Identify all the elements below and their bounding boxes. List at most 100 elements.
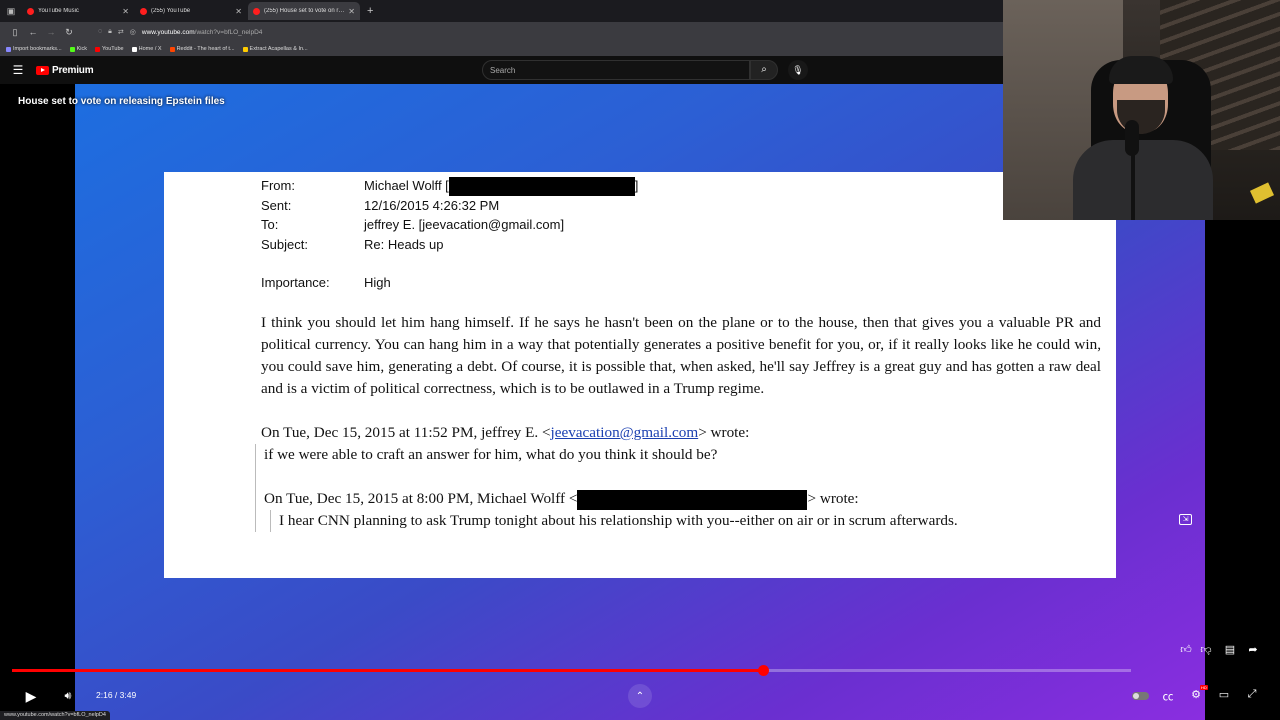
dislike-icon[interactable]: 👎︎ [1199, 643, 1213, 656]
bookmark-x[interactable]: Home / X [131, 46, 162, 52]
email-headers: From: Michael Wolff [] Sent: 12/16/2015 … [261, 176, 638, 293]
bookmark-label: Home / X [138, 46, 162, 52]
bookmark-label: Extract Acapellas & In... [249, 46, 308, 52]
address-bar[interactable]: www.youtube.com/watch?v=bfLO_nelpD4 [142, 29, 263, 36]
youtube-header: ☰ Premium Search ⌕ 🎙︎ [0, 56, 1003, 84]
reload-icon[interactable]: ↻ [60, 27, 78, 38]
tab-list-icon[interactable]: ▣ [0, 0, 22, 22]
url-host: www.youtube.com [141, 28, 195, 36]
like-icon[interactable]: 👍︎ [1179, 643, 1193, 656]
tab-youtube-music[interactable]: YouTube Music ✕ [22, 2, 134, 20]
webcam-mic-arm [1131, 150, 1135, 220]
youtube-favicon-icon [253, 7, 260, 15]
theater-mode-button[interactable]: ▭ [1216, 688, 1232, 701]
hd-badge: HD [1200, 685, 1208, 690]
youtube-logo[interactable]: Premium [36, 65, 94, 76]
close-tab-icon[interactable]: ✕ [235, 7, 242, 16]
header-value: Re: Heads up [364, 236, 444, 252]
screen: ▣ YouTube Music ✕ (255) YouTube ✕ (255) … [0, 0, 1280, 720]
volume-button[interactable]: 🔊︎ [60, 688, 76, 704]
time-display: 2:16 / 3:49 [96, 690, 137, 700]
tab-title: (255) House set to vote on relea [264, 8, 346, 14]
reddit-icon [169, 46, 175, 52]
email-link: jeevacation@gmail.com [550, 424, 699, 441]
youtube-play-logo-icon [36, 65, 49, 75]
browser-status-url: www.youtube.com/watch?v=bfLO_nelpD4 [0, 711, 110, 720]
bookmark-label: Import bookmarks... [13, 46, 62, 52]
kick-icon [69, 46, 75, 52]
search-icon: ⌕ [761, 64, 767, 75]
tab-title: YouTube Music [38, 8, 79, 14]
bracket: ] [634, 178, 639, 193]
hamburger-menu-icon[interactable]: ☰ [0, 63, 36, 77]
autoplay-toggle[interactable] [1132, 692, 1149, 700]
header-key: Subject: [261, 236, 308, 252]
microphone-icon: 🎙︎ [792, 65, 804, 75]
site-info[interactable]: ◌ 🔒︎ ⇄ ◎ [98, 28, 136, 36]
progress-fill [12, 669, 763, 672]
expand-chevron-button[interactable]: ⌃ [628, 684, 652, 708]
new-tab-icon[interactable]: + [367, 5, 373, 17]
captions-button[interactable]: ㏄ [1160, 688, 1176, 704]
header-key: To: [261, 217, 279, 233]
bookmark-acapellas[interactable]: Extract Acapellas & In... [242, 46, 308, 52]
from-name: Michael Wolff [ [364, 178, 449, 193]
header-from: From: Michael Wolff [] [261, 176, 639, 197]
theater-icon: ▭ [1218, 689, 1230, 701]
tab-current-video[interactable]: (255) House set to vote on relea ✕ [248, 2, 360, 20]
reply-body-2: I hear CNN planning to ask Trump tonight… [270, 510, 1101, 532]
forward-icon[interactable]: → [42, 27, 60, 37]
header-key: Sent: [261, 198, 292, 214]
youtube-music-favicon-icon [27, 7, 34, 15]
header-key: From: [261, 178, 295, 193]
progress-bar[interactable] [12, 665, 1131, 676]
bookmark-label: Reddit - The heart of t... [176, 46, 235, 52]
chevron-up-icon: ⌃ [635, 690, 645, 702]
play-button[interactable]: ▶ [22, 687, 40, 705]
fullscreen-icon: ⤢ [1247, 688, 1257, 700]
x-icon [131, 46, 137, 52]
close-tab-icon[interactable]: ✕ [348, 7, 355, 16]
tab-youtube[interactable]: (255) YouTube ✕ [135, 2, 247, 20]
bookmark-youtube[interactable]: YouTube [95, 46, 124, 52]
lock-icon: 🔒︎ [108, 28, 112, 35]
header-importance: Importance: High [261, 273, 638, 292]
bookmarks-bar: Import bookmarks... Kick YouTube Home / … [0, 42, 1003, 56]
comment-icon[interactable]: ▤ [1223, 643, 1237, 656]
webcam-person-body [1073, 140, 1213, 220]
reply-header-2: On Tue, Dec 15, 2015 at 8:00 PM, Michael… [264, 488, 1101, 510]
header-to: To: jeffrey E. [jeevacation@gmail.com] [261, 215, 638, 234]
reply-prefix: On Tue, Dec 15, 2015 at 8:00 PM, Michael… [264, 490, 578, 507]
permissions-icon: ⇄ [117, 29, 124, 36]
webcam-lamp [1249, 182, 1275, 204]
email-document: From: Michael Wolff [] Sent: 12/16/2015 … [164, 172, 1116, 578]
bookmark-reddit[interactable]: Reddit - The heart of t... [169, 46, 235, 52]
miniplayer-overlay-icon[interactable]: ⇲ [1179, 514, 1192, 525]
share-icon[interactable]: ➦ [1246, 643, 1260, 656]
reply-suffix: > wrote: [807, 490, 859, 507]
email-body: I think you should let him hang himself.… [255, 312, 1101, 532]
reply-body-1: if we were able to craft an answer for h… [264, 446, 718, 463]
youtube-icon [95, 46, 100, 52]
redaction-bar [448, 177, 635, 197]
gear-icon: ⚙ [1191, 689, 1201, 701]
webcam-person-cap [1109, 56, 1173, 84]
bookmark-kick[interactable]: Kick [69, 46, 87, 52]
header-subject: Subject: Re: Heads up [261, 235, 638, 254]
search-input[interactable]: Search [482, 60, 750, 80]
redaction-bar [577, 489, 808, 510]
close-tab-icon[interactable]: ✕ [122, 7, 129, 16]
acapella-icon [242, 46, 248, 52]
reply-suffix: > wrote: [698, 424, 750, 441]
header-sent: Sent: 12/16/2015 4:26:32 PM [261, 196, 638, 215]
quoted-reply-1: if we were able to craft an answer for h… [255, 444, 1101, 532]
video-title: House set to vote on releasing Epstein f… [18, 96, 225, 107]
bookmark-import[interactable]: Import bookmarks... [6, 46, 62, 52]
voice-search-button[interactable]: 🎙︎ [788, 60, 808, 80]
progress-scrubber[interactable] [757, 665, 769, 676]
fullscreen-button[interactable]: ⤢ [1244, 688, 1260, 701]
search-button[interactable]: ⌕ [750, 60, 778, 80]
sidebar-toggle-icon[interactable]: ▯ [6, 27, 24, 38]
back-icon[interactable]: ← [24, 27, 42, 37]
captions-icon: ㏄ [1162, 691, 1174, 703]
